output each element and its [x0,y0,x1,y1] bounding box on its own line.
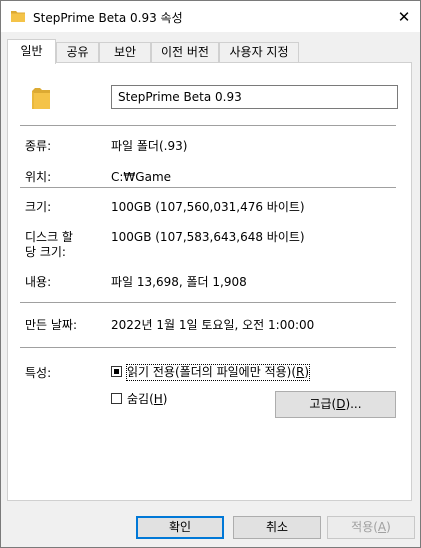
cancel-button[interactable]: 취소 [233,516,321,539]
location-value: C:₩Game [111,170,172,184]
folder-icon [11,11,25,22]
properties-window: StepPrime Beta 0.93 속성 ✕ 일반 공유 보안 이전 버전 … [0,0,421,548]
separator [20,302,396,303]
separator [20,347,396,348]
folder-icon [32,88,50,109]
title-bar[interactable]: StepPrime Beta 0.93 속성 ✕ [1,1,420,32]
advanced-button[interactable]: 고급(D)... [275,391,396,418]
disk-size-label-line2: 당 크기: [25,245,66,259]
size-label: 크기: [25,200,52,214]
apply-button[interactable]: 적용(A) [327,516,415,539]
hidden-checkbox[interactable] [111,393,122,404]
type-label: 종류: [25,139,52,153]
general-panel: StepPrime Beta 0.93 종류: 파일 폴더(.93) 위치: C… [7,62,412,501]
type-value: 파일 폴더(.93) [111,139,188,153]
created-value: 2022년 1월 1일 토요일, 오전 1:00:00 [111,318,315,332]
attributes-label: 특성: [25,366,52,380]
tab-bar: 일반 공유 보안 이전 버전 사용자 지정 [7,39,417,64]
separator [20,125,396,126]
close-button[interactable]: ✕ [395,8,413,26]
location-label: 위치: [25,170,52,184]
folder-name-input[interactable]: StepPrime Beta 0.93 [111,85,398,109]
tab-general[interactable]: 일반 [7,39,56,64]
ok-button[interactable]: 확인 [136,516,224,539]
size-value: 100GB (107,560,031,476 바이트) [111,200,305,214]
tab-previous-versions[interactable]: 이전 버전 [151,42,219,62]
disk-size-value: 100GB (107,583,643,648 바이트) [111,230,305,244]
close-icon: ✕ [397,8,411,26]
window-title: StepPrime Beta 0.93 속성 [33,11,183,25]
tab-sharing[interactable]: 공유 [56,42,99,62]
disk-size-label-line1: 디스크 할 [25,230,73,244]
separator [20,187,396,188]
readonly-checkbox-row[interactable]: 읽기 전용(폴더의 파일에만 적용)(R) [111,364,326,381]
created-label: 만든 날짜: [25,318,78,332]
contains-value: 파일 13,698, 폴더 1,908 [111,275,247,289]
readonly-checkbox-label: 읽기 전용(폴더의 파일에만 적용)(R) [125,364,311,381]
hidden-checkbox-label: 숨김(H) [127,392,168,406]
tab-customize[interactable]: 사용자 지정 [219,42,299,62]
hidden-checkbox-row[interactable]: 숨김(H) [111,392,181,408]
readonly-checkbox[interactable] [111,366,122,377]
tab-security[interactable]: 보안 [99,42,151,62]
contains-label: 내용: [25,275,52,289]
